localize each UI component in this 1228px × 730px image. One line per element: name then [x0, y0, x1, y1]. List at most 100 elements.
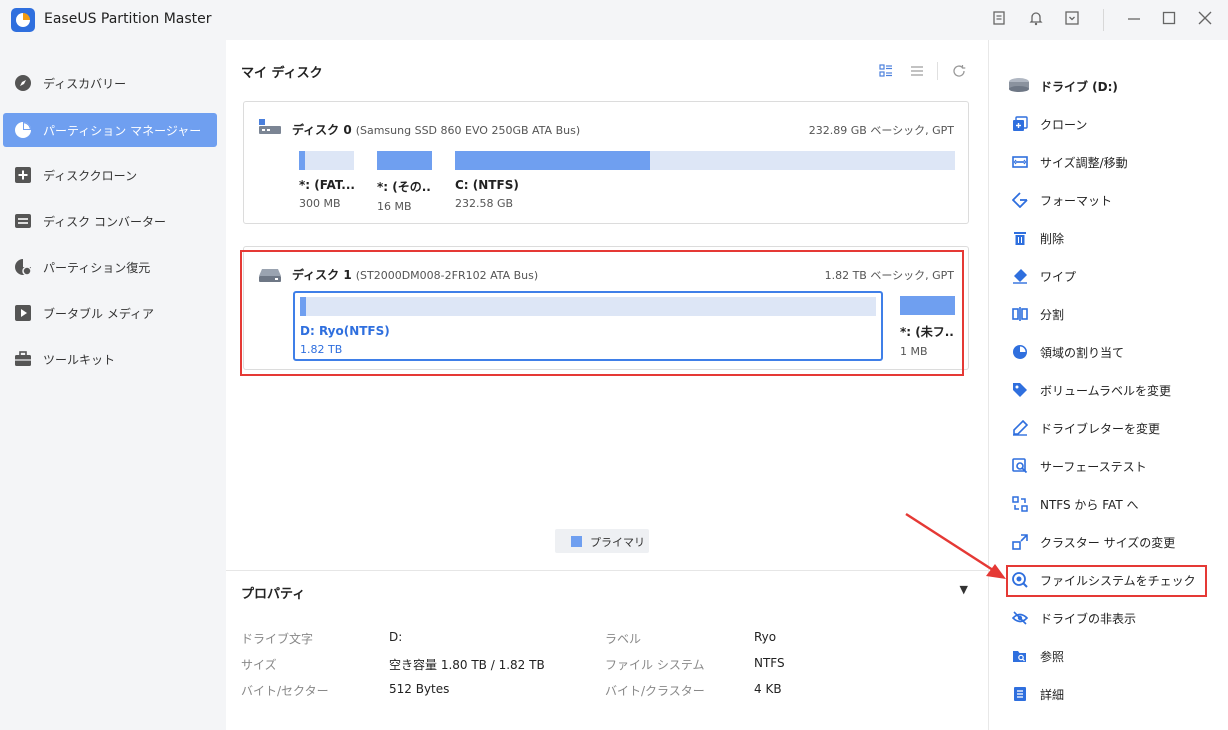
property-label: ファイル システム	[605, 658, 705, 672]
action-split[interactable]: 分割	[1008, 304, 1208, 324]
sidebar-item-label: パーティション マネージャー	[43, 124, 202, 138]
action-resize-move[interactable]: サイズ調整/移動	[1008, 152, 1208, 172]
minimize-icon[interactable]	[1124, 10, 1144, 30]
edit-letter-icon	[1013, 420, 1028, 436]
list-view-icon[interactable]	[909, 64, 925, 80]
action-format[interactable]: フォーマット	[1008, 190, 1208, 210]
dropdown-box-icon[interactable]	[1062, 10, 1082, 30]
pie-chart-icon	[15, 122, 31, 138]
action-panel: ドライブ (D:) クローン サイズ調整/移動 フォーマット 削除 ワイプ 分割…	[988, 40, 1228, 730]
property-row: サイズ 空き容量 1.80 TB / 1.82 TB ファイル システム NTF…	[241, 656, 981, 674]
properties-title: プロパティ	[241, 587, 306, 602]
refresh-icon[interactable]	[951, 64, 967, 80]
partition-usage-bar	[455, 151, 955, 170]
sidebar-item-partition-recovery[interactable]: パーティション復元	[3, 250, 217, 284]
sidebar-item-partition-manager[interactable]: パーティション マネージャー	[3, 113, 217, 147]
property-value: D:	[389, 630, 403, 644]
property-value: 空き容量 1.80 TB / 1.82 TB	[389, 658, 545, 672]
toolkit-icon	[15, 351, 31, 366]
partition-other[interactable]: *: (その... 16 MB	[377, 151, 432, 213]
close-icon[interactable]	[1195, 10, 1215, 30]
toolbar-separator	[937, 62, 938, 80]
sidebar-item-bootable-media[interactable]: ブータブル メディア	[3, 296, 217, 330]
convert-icon	[15, 214, 31, 228]
sidebar-item-disk-converter[interactable]: ディスク コンバーター	[3, 204, 217, 238]
allocate-icon	[1013, 345, 1027, 359]
sidebar-item-toolkit[interactable]: ツールキット	[3, 342, 217, 376]
action-change-volume-label[interactable]: ボリュームラベルを変更	[1008, 380, 1208, 400]
grid-view-icon[interactable]	[878, 64, 894, 80]
convert-fs-icon	[1012, 496, 1028, 512]
property-label: ドライブ文字	[241, 632, 314, 646]
app-logo-icon	[11, 8, 35, 32]
action-wipe[interactable]: ワイプ	[1008, 266, 1208, 286]
annotation-arrow	[905, 512, 1006, 579]
surface-test-icon	[1012, 458, 1028, 474]
format-icon	[1012, 192, 1028, 208]
action-change-drive-letter[interactable]: ドライブレターを変更	[1008, 418, 1208, 438]
action-delete[interactable]: 削除	[1008, 228, 1208, 248]
bell-icon[interactable]	[1026, 10, 1046, 30]
legend-swatch	[571, 536, 582, 547]
tag-icon	[1013, 383, 1027, 397]
partition-name: C: (NTFS)	[455, 178, 519, 192]
page-title: マイ ディスク	[241, 66, 323, 81]
property-label: バイト/セクター	[241, 684, 329, 698]
property-row: ドライブ文字 D: ラベル Ryo	[241, 630, 981, 648]
sidebar-item-label: ディスカバリー	[43, 77, 127, 91]
main-panel: マイ ディスク ディスク 0 (Samsung SSD 860 EVO 250GB…	[226, 40, 988, 730]
action-browse[interactable]: 参照	[1008, 646, 1208, 666]
resize-icon	[1012, 156, 1028, 168]
clone-plus-icon	[15, 167, 31, 183]
sidebar-item-label: パーティション復元	[43, 261, 151, 275]
compass-icon	[15, 75, 31, 91]
action-surface-test[interactable]: サーフェーステスト	[1008, 456, 1208, 476]
sidebar-item-label: ディスククローン	[43, 169, 138, 183]
cluster-icon	[1012, 534, 1028, 550]
action-allocate-space[interactable]: 領域の割り当て	[1008, 342, 1208, 362]
disk-name: ディスク 0 (Samsung SSD 860 EVO 250GB ATA Bus…	[292, 123, 581, 137]
split-icon	[1012, 307, 1028, 321]
partition-usage-bar	[299, 151, 354, 170]
highlight-box-disk1	[240, 250, 964, 376]
disk-card-0[interactable]: ディスク 0 (Samsung SSD 860 EVO 250GB ATA Bus…	[243, 101, 969, 224]
property-label: サイズ	[241, 658, 277, 672]
browse-icon	[1013, 651, 1026, 662]
drive-icon	[1009, 78, 1029, 92]
action-hide-drive[interactable]: ドライブの非表示	[1008, 608, 1208, 628]
partition-fat[interactable]: *: (FAT... 300 MB	[299, 151, 354, 210]
trash-icon	[1014, 232, 1026, 245]
details-icon	[1014, 687, 1026, 701]
action-change-cluster-size[interactable]: クラスター サイズの変更	[1008, 532, 1208, 552]
note-icon[interactable]	[989, 10, 1009, 30]
sidebar-item-label: ブータブル メディア	[43, 307, 154, 321]
title-separator	[1103, 9, 1104, 31]
app-title: EaseUS Partition Master	[44, 11, 212, 27]
sidebar-item-disk-clone[interactable]: ディスククローン	[3, 158, 217, 192]
property-value: 4 KB	[754, 682, 782, 696]
legend: プライマリ	[555, 529, 649, 553]
sidebar-item-label: ツールキット	[43, 353, 116, 367]
partition-size: 16 MB	[377, 200, 412, 213]
property-value: NTFS	[754, 656, 785, 670]
properties-header[interactable]: プロパティ ▼	[226, 570, 988, 608]
sidebar-item-discovery[interactable]: ディスカバリー	[3, 66, 217, 100]
partition-name: *: (FAT...	[299, 178, 354, 192]
disk-info: 232.89 GB ベーシック, GPT	[808, 124, 954, 137]
action-details[interactable]: 詳細	[1008, 684, 1208, 704]
maximize-icon[interactable]	[1159, 10, 1179, 30]
property-label: ラベル	[605, 632, 642, 646]
property-value: 512 Bytes	[389, 682, 450, 696]
hide-icon	[1012, 611, 1028, 625]
partition-size: 300 MB	[299, 197, 341, 210]
title-bar: EaseUS Partition Master	[0, 0, 1228, 40]
eraser-icon	[1013, 269, 1027, 284]
legend-label: プライマリ	[590, 536, 645, 549]
property-label: バイト/クラスター	[605, 684, 705, 698]
action-clone[interactable]: クローン	[1008, 114, 1208, 134]
action-ntfs-to-fat[interactable]: NTFS から FAT へ	[1008, 494, 1208, 514]
partition-c[interactable]: C: (NTFS) 232.58 GB	[455, 151, 955, 210]
ssd-disk-icon	[259, 119, 281, 134]
sidebar-item-label: ディスク コンバーター	[43, 215, 166, 229]
partition-usage-bar	[377, 151, 432, 170]
